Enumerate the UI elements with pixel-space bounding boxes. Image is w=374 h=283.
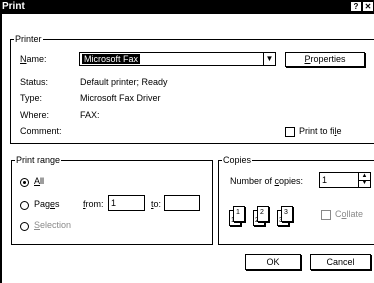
properties-button[interactable]: Properties xyxy=(285,52,365,67)
close-button[interactable]: ✕ xyxy=(363,2,373,11)
where-label: Where: xyxy=(20,110,50,120)
from-input[interactable]: 1 xyxy=(108,195,145,211)
copies-value: 1 xyxy=(322,175,328,185)
print-range-group-label: Print range xyxy=(15,155,62,165)
printer-group-label: Printer xyxy=(14,34,43,44)
copies-group-label: Copies xyxy=(222,155,253,165)
selection-label[interactable]: Selection xyxy=(34,220,71,231)
all-radio[interactable] xyxy=(20,178,29,187)
all-label[interactable]: All xyxy=(34,176,44,187)
type-label: Type: xyxy=(20,93,43,103)
number-of-copies-label: Number of copies: xyxy=(230,176,304,186)
from-label: from: xyxy=(83,199,104,209)
status-value: Default printer; Ready xyxy=(80,77,168,87)
collate-label[interactable]: Collate xyxy=(335,209,363,220)
title-bar: Print ? ✕ xyxy=(0,0,374,14)
pages-radio[interactable] xyxy=(20,201,29,210)
spin-down-icon[interactable]: ▼ xyxy=(358,180,370,187)
where-value: FAX: xyxy=(80,110,100,120)
window-title: Print xyxy=(2,1,25,12)
printer-name-label: Name: xyxy=(20,54,47,64)
ok-button[interactable]: OK xyxy=(245,254,301,270)
printer-name-select[interactable]: Microsoft Fax ▼ xyxy=(79,52,276,66)
to-label: to: xyxy=(151,199,162,209)
cancel-button[interactable]: Cancel xyxy=(310,254,371,270)
window-border xyxy=(0,14,2,283)
printer-name-value: Microsoft Fax xyxy=(82,54,141,64)
copies-spinner[interactable]: 1 ▲ ▼ xyxy=(319,172,371,188)
to-input[interactable] xyxy=(164,195,200,211)
print-to-file-label[interactable]: Print to file xyxy=(299,126,342,137)
chevron-down-icon[interactable]: ▼ xyxy=(263,53,275,65)
collate-checkbox[interactable] xyxy=(321,210,331,220)
pages-label[interactable]: Pages xyxy=(34,199,60,210)
from-value: 1 xyxy=(111,198,117,208)
status-label: Status: xyxy=(20,77,49,87)
type-value: Microsoft Fax Driver xyxy=(80,93,161,103)
comment-label: Comment: xyxy=(20,126,62,136)
help-button[interactable]: ? xyxy=(351,2,361,11)
selection-radio[interactable] xyxy=(20,222,29,231)
print-to-file-checkbox[interactable] xyxy=(285,127,295,137)
print-dialog: Print ? ✕ Printer Name: Microsoft Fax ▼ … xyxy=(0,0,374,283)
